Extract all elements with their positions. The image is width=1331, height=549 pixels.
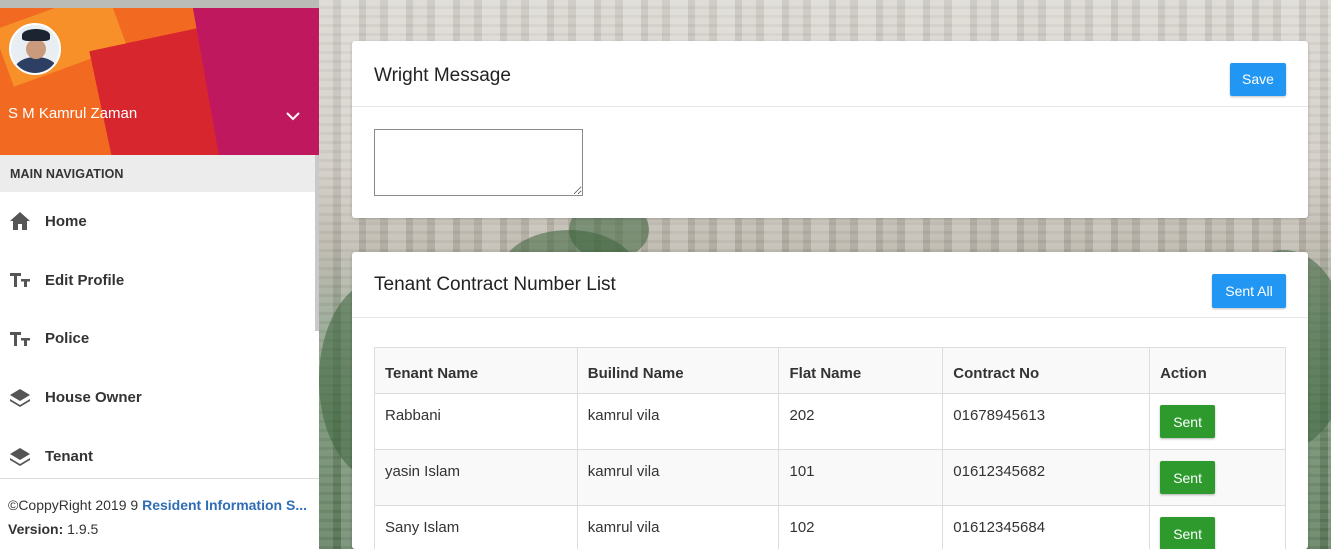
column-header: Tenant Name: [374, 347, 578, 394]
contract-no-cell: 01678945613: [942, 393, 1151, 450]
column-header: Contract No: [942, 347, 1151, 394]
action-cell: Sent: [1149, 449, 1286, 506]
tenant-name-cell: yasin Islam: [374, 449, 578, 506]
sidebar-item-label: Edit Profile: [45, 271, 125, 289]
home-icon: [9, 210, 31, 232]
message-card-title: Wright Message: [374, 65, 511, 86]
flat-name-cell: 101: [778, 449, 944, 506]
sidebar-item-label: Tenant: [45, 448, 94, 466]
sidebar-item-house-owner[interactable]: House Owner: [0, 368, 319, 427]
building-name-cell: kamrul vila: [576, 449, 780, 506]
message-card-header: Wright Message Save: [352, 41, 1308, 107]
building-name-cell: kamrul vila: [576, 505, 780, 549]
table-row: Rabbani kamrul vila 202 01678945613 Sent: [374, 393, 1286, 450]
sidebar-item-label: Police: [45, 330, 90, 348]
copyright-text: ©CoppyRight 2019 9: [8, 497, 143, 513]
flat-name-cell: 202: [778, 393, 944, 450]
table-header-row: Tenant Name Builind Name Flat Name Contr…: [374, 347, 1286, 394]
text-fields-icon: [9, 269, 31, 291]
building-name-cell: kamrul vila: [576, 393, 780, 450]
version-value: 1.9.5: [63, 521, 99, 537]
flat-name-cell: 102: [778, 505, 944, 549]
sidebar-item-police[interactable]: Police: [0, 310, 319, 369]
version-label: Version:: [8, 521, 64, 537]
tenant-name-cell: Sany Islam: [374, 505, 578, 549]
action-cell: Sent: [1149, 393, 1286, 450]
column-header: Builind Name: [576, 347, 780, 394]
table-row: Sany Islam kamrul vila 102 01612345684 S…: [374, 505, 1286, 549]
layers-icon: [9, 446, 31, 468]
sent-all-button[interactable]: Sent All: [1212, 274, 1286, 308]
text-fields-icon: [9, 328, 31, 350]
tenant-card: Tenant Contract Number List Sent All Ten…: [352, 252, 1308, 549]
chevron-down-icon[interactable]: [284, 107, 302, 125]
user-name: S M Kamrul Zaman: [8, 105, 138, 122]
message-textarea[interactable]: [374, 129, 583, 196]
action-cell: Sent: [1149, 505, 1286, 549]
sidebar-scrollbar[interactable]: [315, 155, 319, 331]
tenant-table: Tenant Name Builind Name Flat Name Contr…: [374, 347, 1286, 549]
avatar[interactable]: [9, 23, 61, 75]
sent-button[interactable]: Sent: [1160, 461, 1216, 494]
sidebar: S M Kamrul Zaman MAIN NAVIGATION Home Ed…: [0, 8, 319, 549]
sent-button[interactable]: Sent: [1160, 517, 1216, 549]
sidebar-item-label: Home: [45, 212, 87, 230]
app-link[interactable]: Resident Information S...: [142, 497, 307, 513]
contract-no-cell: 01612345684: [942, 505, 1151, 549]
sent-button[interactable]: Sent: [1160, 405, 1216, 438]
column-header: Flat Name: [778, 347, 944, 394]
column-header: Action: [1149, 347, 1286, 394]
nav-header: MAIN NAVIGATION: [0, 155, 319, 192]
sidebar-item-edit-profile[interactable]: Edit Profile: [0, 251, 319, 310]
tenant-name-cell: Rabbani: [374, 393, 578, 450]
sidebar-item-home[interactable]: Home: [0, 192, 319, 251]
user-panel: S M Kamrul Zaman: [0, 8, 319, 155]
message-card: Wright Message Save: [352, 41, 1308, 218]
sidebar-footer: ©CoppyRight 2019 9 Resident Information …: [0, 478, 319, 549]
tenant-card-title: Tenant Contract Number List: [374, 274, 616, 295]
tenant-card-header: Tenant Contract Number List Sent All: [352, 252, 1308, 318]
table-row: yasin Islam kamrul vila 101 01612345682 …: [374, 449, 1286, 506]
layers-icon: [9, 387, 31, 409]
save-button[interactable]: Save: [1230, 63, 1286, 96]
contract-no-cell: 01612345682: [942, 449, 1151, 506]
sidebar-item-label: House Owner: [45, 389, 142, 407]
